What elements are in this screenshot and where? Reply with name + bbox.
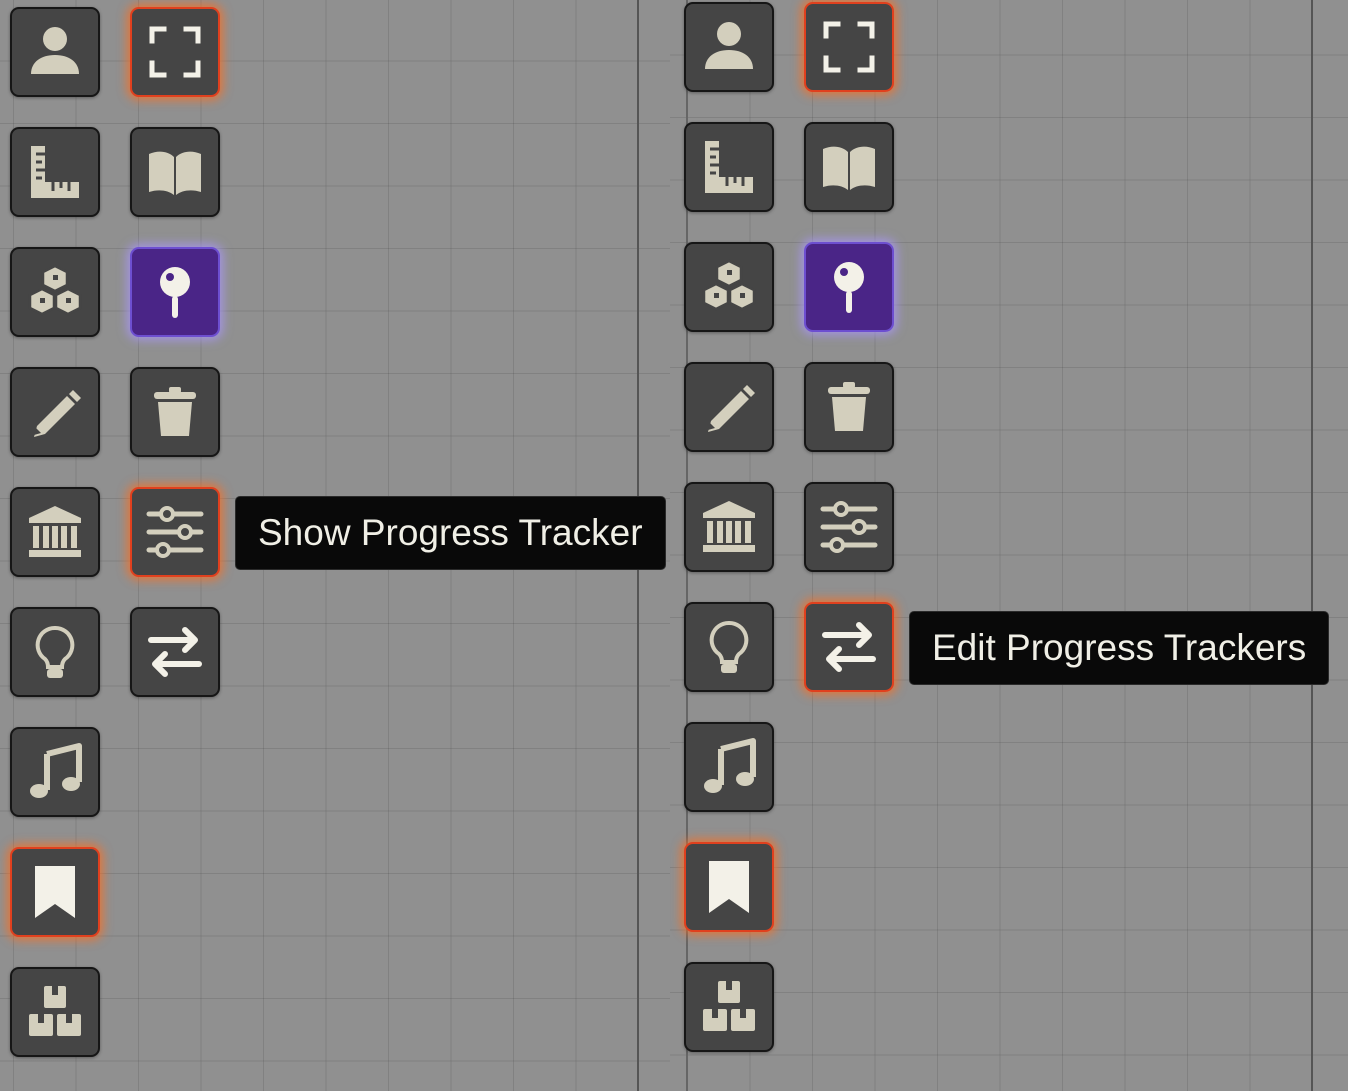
cubes-icon [28, 264, 82, 316]
show-progress-tracker-button[interactable] [804, 482, 894, 572]
expand-icon [823, 21, 875, 73]
landmark-icon [703, 501, 755, 552]
bookmark-button[interactable] [684, 842, 774, 932]
delete-button[interactable] [130, 367, 220, 457]
boxes-icon [703, 981, 755, 1031]
map-pin-button[interactable] [804, 242, 894, 332]
measurement-controls-button[interactable] [684, 122, 774, 212]
tile-controls-button[interactable] [10, 247, 100, 337]
map-pin-button[interactable] [130, 247, 220, 337]
lightbulb-icon [709, 620, 749, 673]
boxes-button[interactable] [684, 962, 774, 1052]
swap-arrows-icon [148, 627, 202, 677]
ambient-sound-button[interactable] [10, 727, 100, 817]
scene-building-button[interactable] [10, 487, 100, 577]
music-note-icon [30, 743, 82, 798]
boxes-icon [29, 986, 81, 1036]
lighting-controls-button[interactable] [10, 607, 100, 697]
pencil-icon [708, 385, 755, 432]
book-open-icon [149, 151, 201, 195]
trash-icon [828, 382, 870, 431]
journal-notes-button[interactable] [804, 122, 894, 212]
toggle-fullscreen-button[interactable] [130, 7, 220, 97]
ruler-icon [705, 141, 753, 193]
bookmark-icon [35, 866, 75, 918]
delete-button[interactable] [804, 362, 894, 452]
user-icon [705, 22, 753, 69]
bookmark-icon [709, 861, 749, 913]
trash-icon [154, 387, 196, 436]
ambient-sound-button[interactable] [684, 722, 774, 812]
scene-building-button[interactable] [684, 482, 774, 572]
swap-arrows-icon [822, 622, 876, 672]
lightbulb-icon [35, 625, 75, 678]
token-controls-button[interactable] [684, 2, 774, 92]
canvas-boundary-line [1311, 0, 1313, 1091]
ruler-icon [31, 146, 79, 198]
music-note-icon [704, 738, 756, 793]
token-controls-button[interactable] [10, 7, 100, 97]
boxes-button[interactable] [10, 967, 100, 1057]
right-panel: Edit Progress Trackers [670, 0, 1348, 1091]
book-open-icon [823, 146, 875, 190]
toggle-fullscreen-button[interactable] [804, 2, 894, 92]
tooltip: Show Progress Tracker [235, 496, 666, 570]
landmark-icon [29, 506, 81, 557]
tile-controls-button[interactable] [684, 242, 774, 332]
journal-notes-button[interactable] [130, 127, 220, 217]
measurement-controls-button[interactable] [10, 127, 100, 217]
show-progress-tracker-button[interactable] [130, 487, 220, 577]
map-pin-icon [834, 262, 864, 313]
drawing-tools-button[interactable] [684, 362, 774, 452]
sliders-icon [820, 501, 878, 553]
sliders-icon [146, 506, 204, 558]
left-panel: Show Progress Tracker [0, 0, 670, 1091]
edit-progress-trackers-button[interactable] [130, 607, 220, 697]
bookmark-button[interactable] [10, 847, 100, 937]
user-icon [31, 27, 79, 74]
pencil-icon [34, 390, 81, 437]
tooltip: Edit Progress Trackers [909, 611, 1330, 685]
drawing-tools-button[interactable] [10, 367, 100, 457]
cubes-icon [702, 259, 756, 311]
lighting-controls-button[interactable] [684, 602, 774, 692]
map-pin-icon [160, 267, 190, 318]
expand-icon [149, 26, 201, 78]
edit-progress-trackers-button[interactable] [804, 602, 894, 692]
